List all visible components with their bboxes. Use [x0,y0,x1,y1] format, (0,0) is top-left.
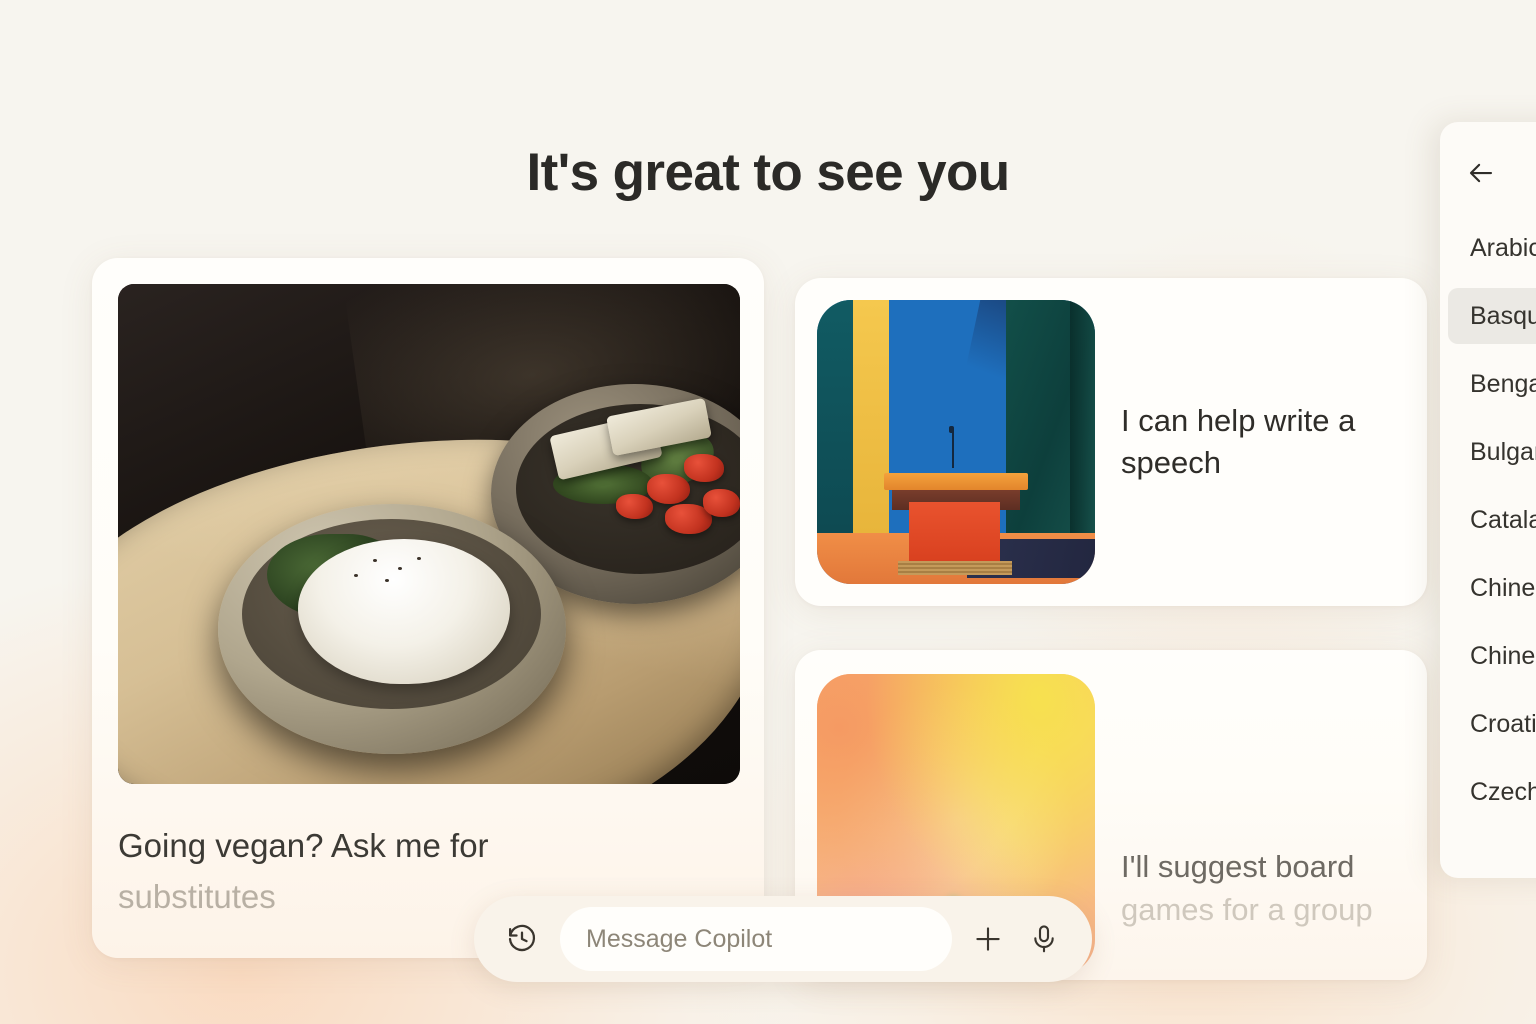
back-arrow-icon[interactable] [1458,150,1504,196]
card-text-games: I'll suggest board games for a group [1121,846,1373,932]
language-item-bulgarian[interactable]: Bulgarian [1448,424,1536,480]
language-item-arabic[interactable]: Arabic [1448,220,1536,276]
language-item-bengali[interactable]: Bengali [1448,356,1536,412]
microphone-icon[interactable] [1018,913,1070,965]
card-text-line-1: Going vegan? Ask me for [118,827,489,864]
language-item-chinese-1[interactable]: Chinese [1448,560,1536,616]
podium-illustration [817,300,1095,584]
language-list: Arabic Basque Bengali Bulgarian Catalan … [1440,214,1536,826]
card-text-line-2: games for a group [1121,891,1373,927]
card-text-line-1: I'll suggest board [1121,849,1355,884]
card-text-speech: I can help write a speech [1121,400,1355,484]
card-text-line-2: speech [1121,445,1221,480]
suggestion-card-speech[interactable]: I can help write a speech [795,278,1427,606]
page-title: It's great to see you [526,143,1010,202]
language-item-chinese-2[interactable]: Chinese [1448,628,1536,684]
suggestion-card-vegan[interactable]: Going vegan? Ask me for substitutes [92,258,764,958]
history-icon[interactable] [496,913,548,965]
language-panel: Arabic Basque Bengali Bulgarian Catalan … [1440,122,1536,878]
vegan-meal-photo [118,284,740,784]
language-item-basque[interactable]: Basque [1448,288,1536,344]
plus-icon[interactable] [962,913,1014,965]
message-input[interactable] [560,907,952,971]
card-text-line-1: I can help write a [1121,403,1356,439]
language-item-catalan[interactable]: Catalan [1448,492,1536,548]
language-item-croatian[interactable]: Croatian [1448,696,1536,752]
language-item-czech[interactable]: Czech [1448,764,1536,820]
message-composer [474,896,1092,982]
